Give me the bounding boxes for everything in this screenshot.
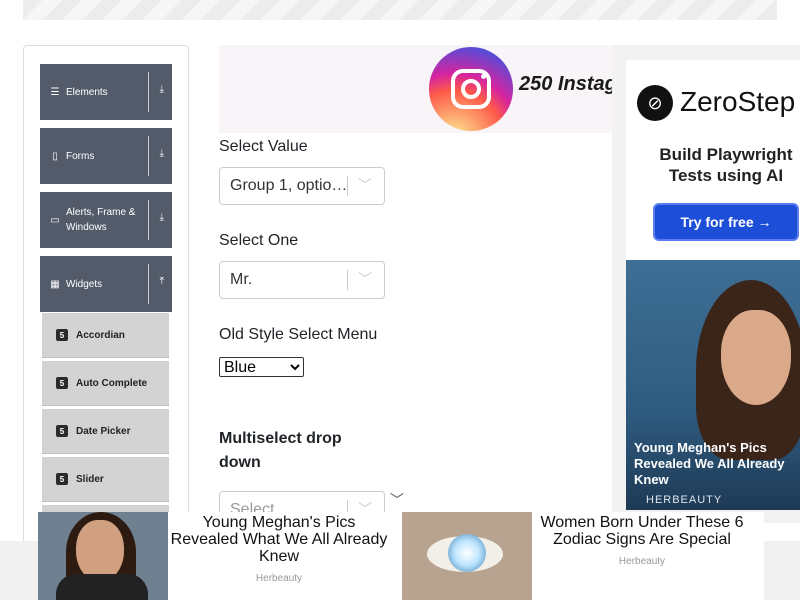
ad-headline: Build Playwright Tests using AI <box>659 145 793 185</box>
html5-icon: 5 <box>56 377 68 389</box>
html5-icon: 5 <box>56 473 68 485</box>
select-one-dropdown[interactable]: Mr. ﹀ <box>219 261 385 299</box>
sidebar-item-label: Accordian <box>76 329 125 341</box>
ad-title[interactable]: Young Meghan's Pics Revealed What We All… <box>168 514 390 565</box>
divider <box>148 72 149 112</box>
ad-source: HERBEAUTY <box>646 494 723 506</box>
zerostep-ad[interactable]: ⊘ ZeroStep Build Playwright Tests using … <box>626 60 800 260</box>
sidebar-item-label: Auto Complete <box>76 377 148 389</box>
html5-icon: 5 <box>56 329 68 341</box>
sidebar-item-label: Slider <box>76 473 104 485</box>
select-value-dropdown[interactable]: Group 1, option 1 ﹀ <box>219 167 385 205</box>
ad-thumbnail[interactable] <box>402 512 532 600</box>
sidebar-group-label: Widgets <box>66 278 103 290</box>
ad-title[interactable]: Women Born Under These 6 Zodiac Signs Ar… <box>532 514 752 548</box>
sidebar-group-alerts[interactable]: ▭ Alerts, Frame & Windows ⤓ <box>40 192 172 248</box>
ad-thumbnail[interactable] <box>38 512 168 600</box>
divider <box>148 264 149 304</box>
expand-icon[interactable]: ⤓ <box>160 84 164 95</box>
instagram-ad[interactable]: 250 Instagram Followers <box>219 45 614 133</box>
try-for-free-button[interactable]: Try for free → <box>653 203 799 241</box>
old-style-select-menu[interactable]: Blue <box>219 357 304 377</box>
sidebar-item-slider[interactable]: 5 Slider <box>42 457 169 502</box>
ad-text: 250 Instagram Followers <box>519 73 614 95</box>
sidebar-item-label: Date Picker <box>76 425 131 437</box>
sidebar-item-date-picker[interactable]: 5 Date Picker <box>42 409 169 454</box>
selected-value: Mr. <box>230 271 253 288</box>
ad-source: Herbeauty <box>255 573 303 584</box>
select-one-label: Select One <box>219 232 299 249</box>
chevron-down-icon[interactable]: ﹀ <box>358 175 372 195</box>
brand-name: ZeroStep <box>680 86 796 117</box>
divider <box>347 270 348 290</box>
right-ad-panel[interactable]: ⊘ ZeroStep Build Playwright Tests using … <box>612 45 800 523</box>
sidebar-group-label: Elements <box>66 86 108 98</box>
top-banner-ad <box>23 0 777 20</box>
grid-icon: ▦ <box>50 278 60 290</box>
selected-value: Group 1, option 1 <box>230 177 348 194</box>
ad-caption: Young Meghan's Pics Revealed We All Alre… <box>634 440 785 487</box>
divider <box>148 200 149 240</box>
bottom-ad[interactable]: Young Meghan's Pics Revealed What We All… <box>38 512 764 600</box>
sidebar-item-auto-complete[interactable]: 5 Auto Complete <box>42 361 169 406</box>
sidebar-group-label: Alerts, Frame & Windows <box>66 207 136 233</box>
expand-icon[interactable]: ⤓ <box>160 212 164 223</box>
sidebar-group-label: Forms <box>66 150 95 162</box>
expand-icon[interactable]: ⤓ <box>160 148 164 159</box>
sidebar-group-forms[interactable]: ▯ Forms ⤓ <box>40 128 172 184</box>
sidebar-group-elements[interactable]: ☰ Elements ⤓ <box>40 64 172 120</box>
chevron-down-icon[interactable]: ﹀ <box>390 490 404 510</box>
multiselect-label: Multiselect drop down <box>219 430 342 471</box>
old-style-select-label: Old Style Select Menu <box>219 326 378 343</box>
sidebar-item-accordian[interactable]: 5 Accordian <box>42 313 169 358</box>
ad-source: Herbeauty <box>618 556 666 567</box>
sidebar-group-widgets[interactable]: ▦ Widgets ⤒ <box>40 256 172 312</box>
html5-icon: 5 <box>56 425 68 437</box>
select-value-label: Select Value <box>219 138 308 155</box>
instagram-icon <box>429 47 513 131</box>
collapse-icon[interactable]: ⤒ <box>160 276 164 287</box>
document-icon: ▯ <box>52 150 58 162</box>
window-icon: ▭ <box>50 214 60 226</box>
zerostep-logo-icon: ⊘ <box>637 85 673 121</box>
left-sidebar: ☰ Elements ⤓ ▯ Forms ⤓ ▭ Alerts, Frame &… <box>23 45 189 565</box>
chevron-down-icon[interactable]: ﹀ <box>358 269 372 289</box>
divider <box>148 136 149 176</box>
menu-icon: ☰ <box>50 86 60 98</box>
divider <box>347 176 348 196</box>
ad-photo[interactable]: Young Meghan's Pics Revealed We All Alre… <box>626 260 800 510</box>
